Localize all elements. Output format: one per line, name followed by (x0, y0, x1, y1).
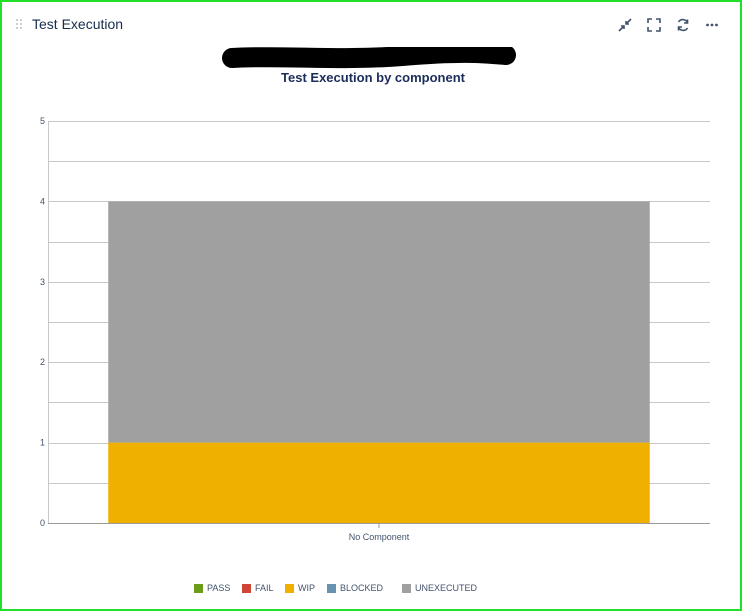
legend-item-pass[interactable]: PASS (194, 583, 230, 593)
y-tick-label: 3 (40, 277, 45, 287)
legend-label: PASS (207, 583, 231, 593)
legend-label: BLOCKED (340, 583, 384, 593)
legend-item-unexecuted[interactable]: UNEXECUTED (402, 583, 477, 593)
legend-item-fail[interactable]: FAIL (242, 583, 274, 593)
y-tick-label: 2 (40, 357, 45, 367)
legend-swatch (327, 583, 336, 593)
chart-legend: PASS FAIL WIP BLOCKED UNEXECUTED (2, 583, 740, 597)
legend-item-wip[interactable]: WIP (285, 583, 315, 593)
legend-label: FAIL (255, 583, 274, 593)
legend-label: WIP (298, 583, 315, 593)
chart-area: 0 1 2 3 4 5 No Component (40, 116, 710, 542)
y-tick-label: 1 (40, 438, 45, 448)
y-tick-label: 4 (40, 196, 45, 206)
gadget-panel: Test Execution Test Execution by compone… (0, 0, 742, 611)
legend-swatch (285, 583, 294, 593)
legend-label: UNEXECUTED (415, 583, 478, 593)
y-tick-label: 5 (40, 116, 45, 126)
legend-swatch (402, 583, 411, 593)
bar-segment-unexecuted (108, 201, 650, 443)
bar-segment-wip (108, 442, 650, 523)
legend-swatch (242, 583, 251, 593)
x-tick-label: No Component (349, 532, 410, 542)
y-tick-label: 0 (40, 518, 45, 528)
legend-swatch (194, 583, 203, 593)
legend-item-blocked[interactable]: BLOCKED (327, 583, 383, 593)
